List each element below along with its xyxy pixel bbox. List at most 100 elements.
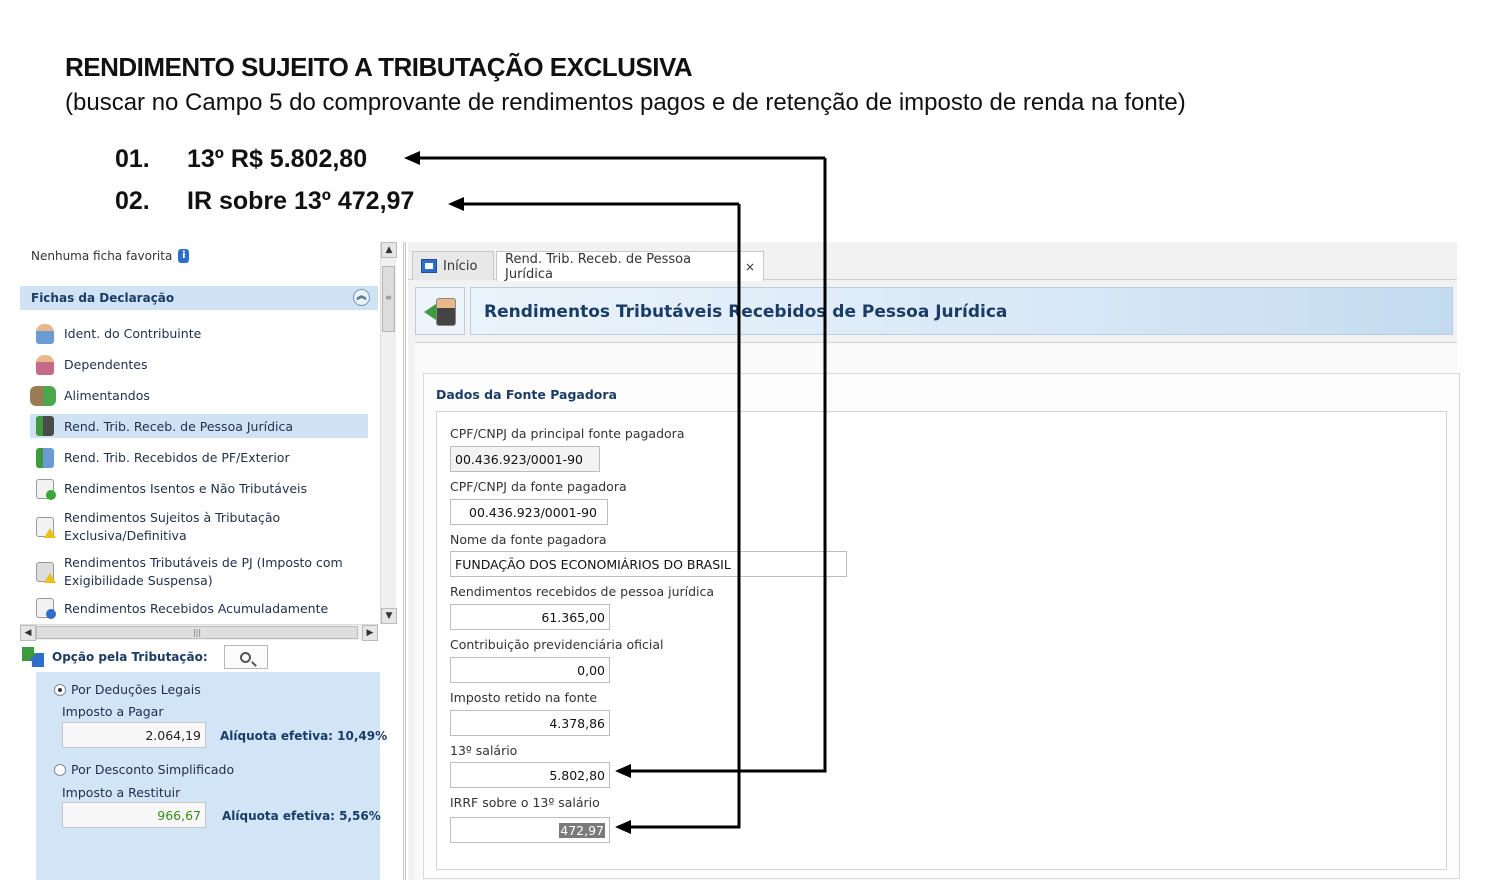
imposto-pagar-label: Imposto a Pagar — [62, 704, 164, 719]
radio-label: Por Desconto Simplificado — [71, 762, 235, 777]
radio-label: Por Deduções Legais — [71, 682, 201, 697]
irrf-decimo-field[interactable]: 472,97 — [450, 817, 610, 843]
info-icon[interactable]: i — [178, 249, 190, 263]
cpf-fonte-field[interactable]: 00.436.923/0001-90 — [450, 499, 608, 525]
collapse-up-icon[interactable]: ︽ — [353, 289, 370, 306]
favorites-bar: Nenhuma ficha favorita i — [31, 249, 190, 263]
sidebar-item-label: Ident. do Contribuinte — [64, 326, 202, 341]
annotation-title: RENDIMENTO SUJEITO A TRIBUTAÇÃO EXCLUSIV… — [65, 52, 693, 82]
fichas-section-header[interactable]: Fichas da Declaração ︽ — [20, 286, 378, 310]
nome-fonte-label: Nome da fonte pagadora — [450, 532, 607, 547]
sidebar-item-rend-isentos[interactable]: Rendimentos Isentos e Não Tributáveis — [30, 473, 370, 504]
doc-warning-icon — [36, 516, 56, 538]
irrf-decimo-selected-text: 472,97 — [559, 823, 605, 838]
tab-label: Rend. Trib. Receb. de Pessoa Jurídica — [505, 251, 692, 282]
form-content: Dados da Fonte Pagadora CPF/CNPJ da prin… — [415, 342, 1460, 880]
irpf-app-window: Nenhuma ficha favorita i Fichas da Decla… — [20, 242, 1460, 880]
alimentandos-icon — [30, 385, 56, 406]
dependents-icon — [36, 354, 54, 375]
radio-desconto-simplificado[interactable]: Por Desconto Simplificado — [54, 762, 234, 777]
sidebar-item-label: Rendimentos Tributáveis de PJ (Imposto c… — [64, 554, 343, 588]
sidebar-vertical-scrollbar[interactable]: ▲ ≡ ▼ — [380, 242, 397, 624]
radio-unselected-icon[interactable] — [54, 763, 66, 776]
annotation-item-text: IR sobre 13º 472,97 — [187, 187, 415, 215]
page-banner: Rendimentos Tributáveis Recebidos de Pes… — [470, 287, 1453, 335]
imposto-pagar-value: 2.064,19 — [62, 722, 206, 748]
page-title: Rendimentos Tributáveis Recebidos de Pes… — [484, 302, 1008, 322]
tab-rend-pj[interactable]: Rend. Trib. Receb. de Pessoa Jurídica × — [496, 251, 764, 282]
scroll-up-icon[interactable]: ▲ — [381, 242, 397, 258]
magnifier-icon — [240, 651, 252, 663]
fonte-pagadora-group: Dados da Fonte Pagadora CPF/CNPJ da prin… — [423, 373, 1460, 879]
fichas-list: Ident. do Contribuinte Dependentes Alime… — [30, 318, 370, 622]
sidebar-item-dependentes[interactable]: Dependentes — [30, 349, 370, 380]
annotation-item-number: 02. — [115, 187, 150, 215]
opcao-tributacao-bar: Opção pela Tributação: — [20, 642, 380, 672]
favorites-text: Nenhuma ficha favorita — [31, 249, 173, 263]
doc-suspended-icon — [36, 561, 56, 583]
tab-inicio[interactable]: Início — [412, 251, 494, 280]
sidebar-item-rend-pf-exterior[interactable]: Rend. Trib. Recebidos de PF/Exterior — [30, 442, 370, 473]
cpf-fonte-label: CPF/CNPJ da fonte pagadora — [450, 479, 627, 494]
search-button[interactable] — [223, 645, 268, 669]
tributacao-panel: Por Deduções Legais Imposto a Pagar 2.06… — [36, 672, 387, 880]
sidebar-item-label: Rendimentos Sujeitos à Tributação Exclus… — [64, 509, 281, 543]
radio-selected-icon[interactable] — [54, 683, 66, 696]
left-panel: Nenhuma ficha favorita i Fichas da Decla… — [20, 242, 398, 880]
sidebar-item-rend-pj[interactable]: Rend. Trib. Receb. de Pessoa Jurídica — [30, 414, 368, 438]
cpf-principal-label: CPF/CNPJ da principal fonte pagadora — [450, 426, 685, 441]
tab-bar: Início Rend. Trib. Receb. de Pessoa Jurí… — [408, 242, 1457, 282]
scroll-left-icon[interactable]: ◀ — [20, 625, 36, 641]
opcao-tributacao-label: Opção pela Tributação: — [52, 650, 208, 664]
fonte-pagadora-form: CPF/CNPJ da principal fonte pagadora 00.… — [436, 411, 1447, 870]
scroll-thumb[interactable]: ≡ — [382, 266, 395, 332]
annotation-item-2: 02. IR sobre 13º 472,97 — [115, 187, 414, 216]
person-icon — [36, 323, 54, 344]
scroll-right-icon[interactable]: ▶ — [362, 625, 378, 641]
rend-pj-icon — [36, 416, 54, 436]
contribuicao-field[interactable]: 0,00 — [450, 657, 610, 683]
sidebar-item-label: Dependentes — [64, 357, 148, 372]
rend-pf-icon — [36, 447, 54, 468]
nome-fonte-field[interactable]: FUNDAÇÃO DOS ECONOMIÁRIOS DO BRASIL — [450, 551, 847, 577]
arrowhead-note-1 — [404, 151, 420, 165]
scroll-down-icon[interactable]: ▼ — [381, 608, 397, 624]
person-badge-icon — [436, 298, 456, 326]
imposto-restituir-label: Imposto a Restituir — [62, 785, 181, 800]
rendimentos-field[interactable]: 61.365,00 — [450, 604, 610, 630]
scroll-thumb[interactable]: ||| — [36, 626, 358, 639]
rendimentos-label: Rendimentos recebidos de pessoa jurídica — [450, 584, 715, 599]
annotation-subtitle: (buscar no Campo 5 do comprovante de ren… — [65, 89, 1186, 116]
doc-check-icon — [36, 478, 56, 500]
sidebar-item-alimentandos[interactable]: Alimentandos — [30, 380, 370, 411]
decimo-terceiro-field[interactable]: 5.802,80 — [450, 762, 610, 788]
sidebar-item-label: Rendimentos Recebidos Acumuladamente — [64, 600, 329, 616]
sidebar-horizontal-scrollbar[interactable]: ◀ ||| ▶ — [20, 624, 378, 641]
sidebar-item-ident-contribuinte[interactable]: Ident. do Contribuinte — [30, 318, 370, 349]
aliquota-simplificado: Alíquota efetiva: 5,56% — [222, 809, 381, 823]
imposto-retido-label: Imposto retido na fonte — [450, 690, 598, 705]
home-icon — [421, 259, 437, 273]
panel-splitter[interactable] — [403, 242, 406, 880]
arrowhead-note-2 — [448, 197, 464, 211]
imposto-retido-field[interactable]: 4.378,86 — [450, 710, 610, 736]
sidebar-item-rend-acumulados[interactable]: Rendimentos Recebidos Acumuladamente — [30, 594, 370, 622]
sidebar-item-rend-exclusiva[interactable]: Rendimentos Sujeitos à Tributação Exclus… — [30, 504, 370, 549]
right-panel: Início Rend. Trib. Receb. de Pessoa Jurí… — [408, 242, 1460, 880]
contribuicao-label: Contribuição previdenciária oficial — [450, 637, 664, 652]
imposto-restituir-value: 966,67 — [62, 802, 206, 828]
decimo-terceiro-label: 13º salário — [450, 743, 518, 758]
fichas-section-title: Fichas da Declaração — [31, 291, 175, 305]
annotation-item-number: 01. — [115, 145, 150, 173]
radio-deducoes-legais[interactable]: Por Deduções Legais — [54, 682, 201, 697]
close-icon[interactable]: × — [745, 260, 755, 274]
sidebar-item-label: Rendimentos Isentos e Não Tributáveis — [64, 481, 308, 496]
doc-accumulated-icon — [36, 598, 56, 619]
annotation-item-1: 01. 13º R$ 5.802,80 — [115, 145, 367, 174]
tab-label: Início — [443, 258, 478, 274]
sidebar-item-rend-exigibilidade-suspensa[interactable]: Rendimentos Tributáveis de PJ (Imposto c… — [30, 549, 370, 594]
rend-pj-large-icon — [415, 287, 465, 335]
sidebar-item-label: Rend. Trib. Recebidos de PF/Exterior — [64, 450, 290, 465]
exchange-arrows-icon — [22, 647, 44, 667]
aliquota-deducoes: Alíquota efetiva: 10,49% — [220, 729, 388, 743]
